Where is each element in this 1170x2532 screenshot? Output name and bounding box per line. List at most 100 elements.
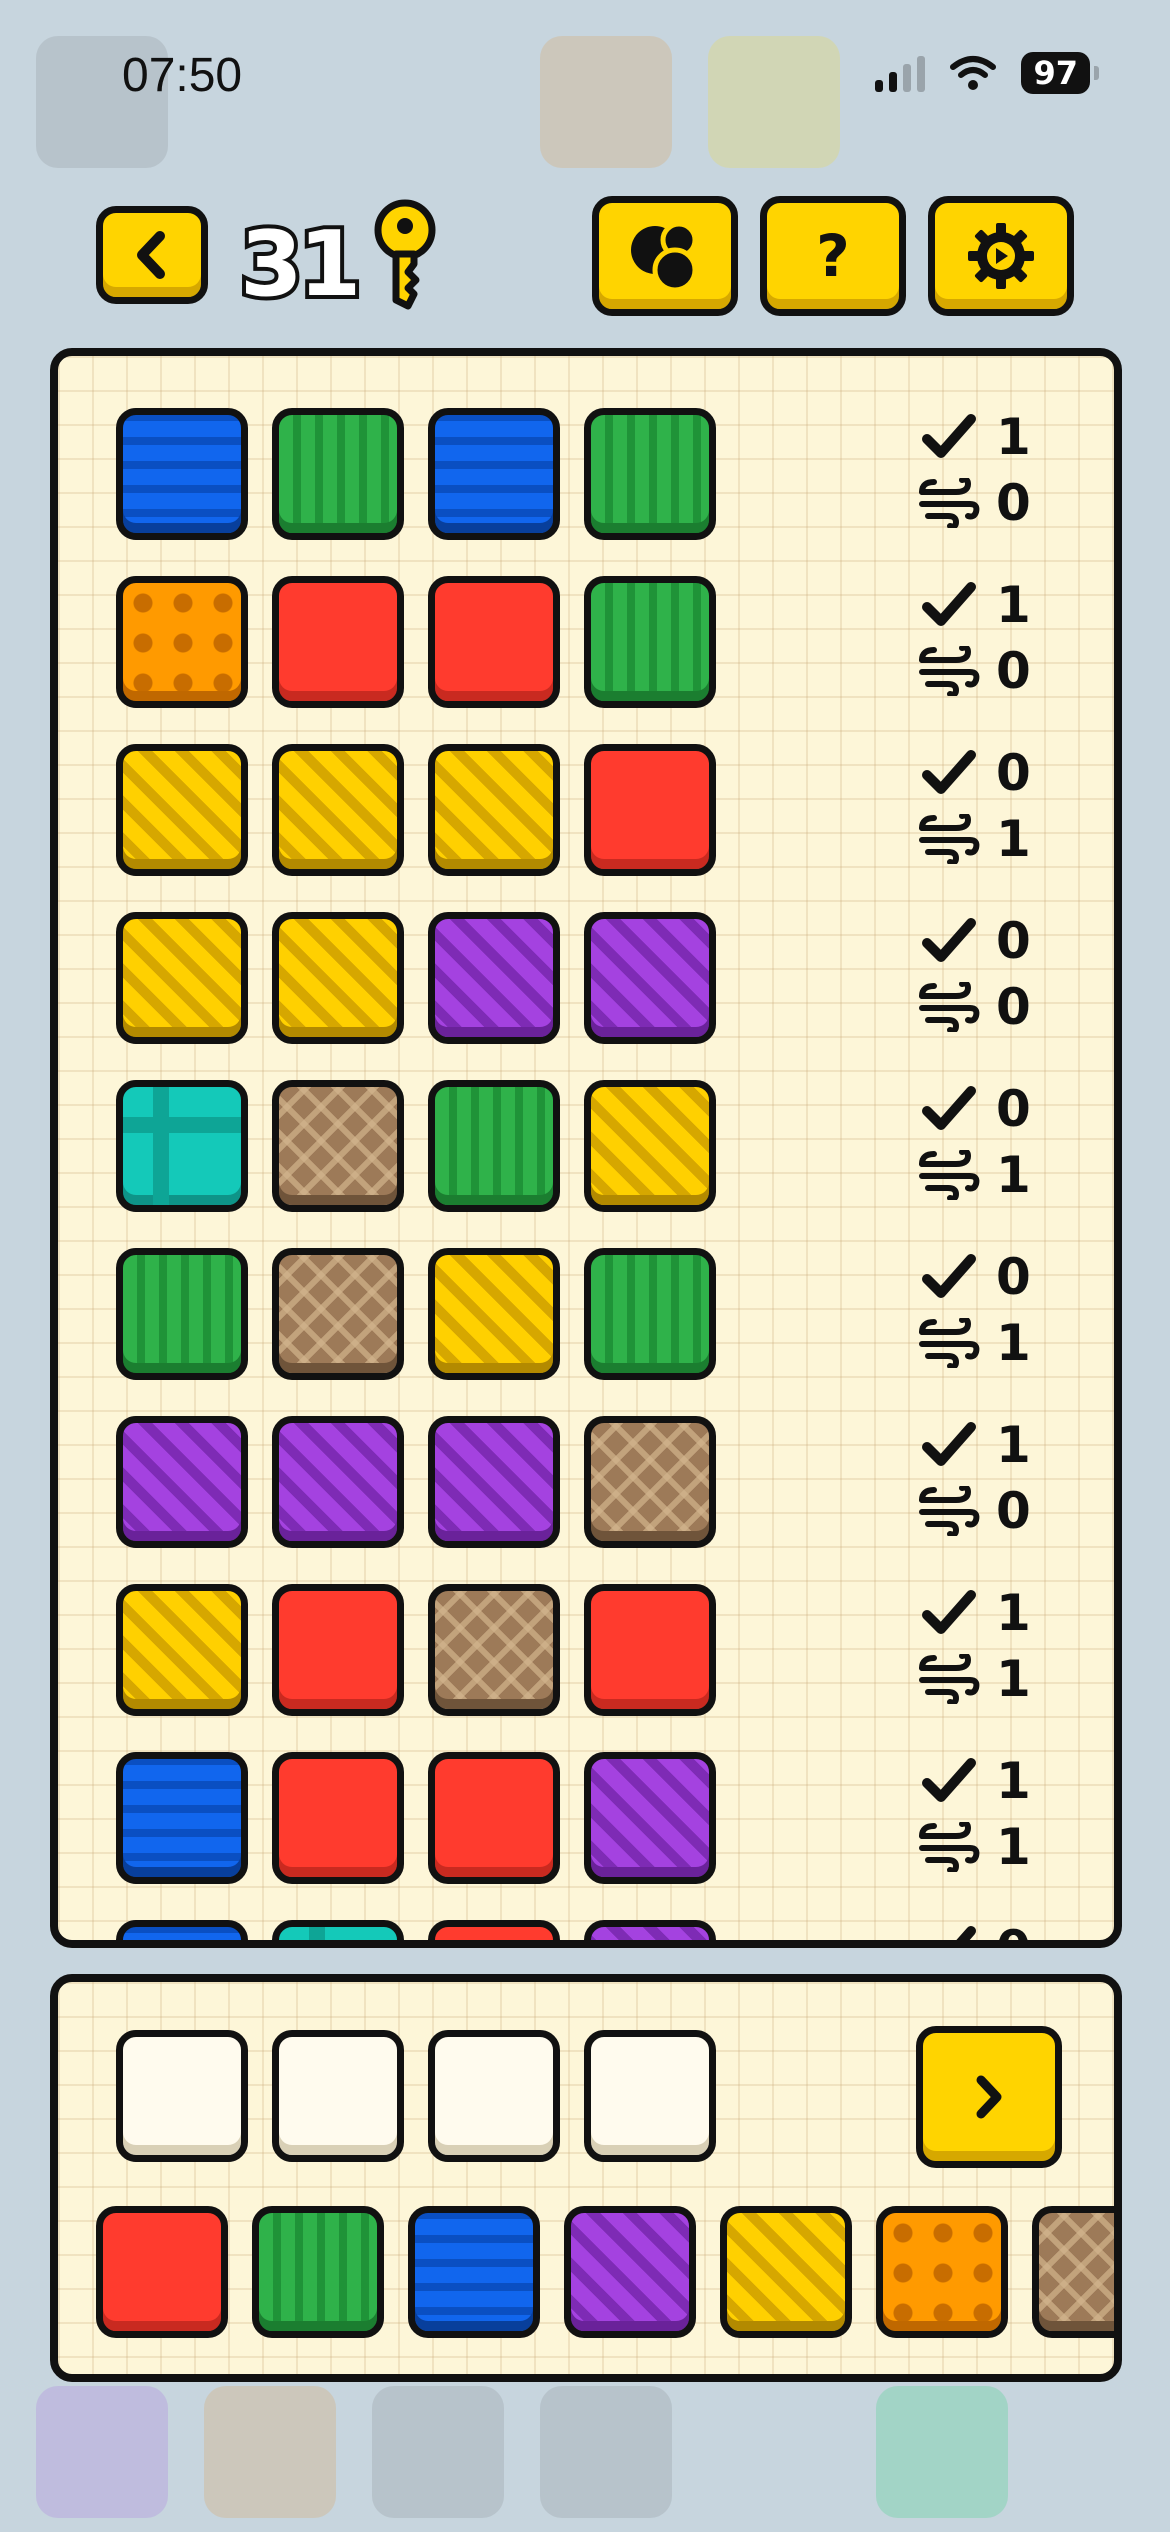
check-icon	[918, 749, 980, 797]
wind-icon	[918, 478, 980, 528]
check-icon	[918, 917, 980, 965]
history-tile-yellow	[272, 912, 404, 1044]
check-icon	[918, 1757, 980, 1805]
back-button[interactable]	[96, 206, 208, 304]
check-icon	[918, 1253, 980, 1301]
palette-tile-red[interactable]	[96, 2206, 228, 2338]
palette-tile-yellow[interactable]	[720, 2206, 852, 2338]
palette-tile-brown[interactable]	[1032, 2206, 1114, 2338]
history-tile-yellow	[428, 1248, 560, 1380]
history-tile-purple	[584, 1752, 716, 1884]
correct-count: 1	[996, 576, 1031, 634]
guess-slot[interactable]	[116, 2030, 248, 2162]
question-icon: ?	[816, 222, 850, 290]
palette-tile-orange[interactable]	[876, 2206, 1008, 2338]
guess-feedback: 11	[918, 1748, 1068, 1880]
history-tile-red	[272, 1752, 404, 1884]
guess-feedback: 10	[918, 572, 1068, 704]
background-tile	[372, 2386, 504, 2518]
palette-tile-purple[interactable]	[564, 2206, 696, 2338]
guess-slot[interactable]	[272, 2030, 404, 2162]
palette-tile-green[interactable]	[252, 2206, 384, 2338]
background-tile	[204, 2386, 336, 2518]
correct-count: 0	[996, 1080, 1031, 1138]
guess-history-panel: 1010010001011011110	[50, 348, 1122, 1948]
correct-count: 1	[996, 1416, 1031, 1474]
history-tile-brown	[584, 1416, 716, 1548]
background-tile	[540, 36, 672, 168]
settings-button[interactable]	[928, 196, 1074, 316]
wifi-icon	[950, 56, 997, 90]
check-icon	[918, 1421, 980, 1469]
chevron-right-icon	[976, 2075, 1002, 2119]
wind-icon	[918, 1318, 980, 1368]
chevron-left-icon	[137, 231, 165, 279]
history-tile-red	[272, 1584, 404, 1716]
background-tile	[540, 2386, 672, 2518]
history-tile-orange	[116, 576, 248, 708]
misplaced-count: 1	[996, 1146, 1031, 1204]
history-tile-teal	[116, 1080, 248, 1212]
history-tile-brown	[428, 1584, 560, 1716]
history-tile-brown	[272, 1248, 404, 1380]
correct-count: 0	[996, 912, 1031, 970]
background-tile	[708, 36, 840, 168]
wind-icon	[918, 1486, 980, 1536]
gear-icon	[968, 223, 1034, 289]
history-tile-blue	[428, 408, 560, 540]
history-tile-red	[428, 1920, 560, 1940]
help-button[interactable]: ?	[760, 196, 906, 316]
guess-slot[interactable]	[428, 2030, 560, 2162]
history-tile-yellow	[116, 912, 248, 1044]
correct-count: 1	[996, 408, 1031, 466]
history-tile-purple	[584, 912, 716, 1044]
misplaced-count: 1	[996, 1314, 1031, 1372]
history-tile-purple	[428, 912, 560, 1044]
misplaced-count: 1	[996, 1650, 1031, 1708]
check-icon	[918, 1085, 980, 1133]
correct-count: 0	[996, 1248, 1031, 1306]
history-tile-purple	[116, 1416, 248, 1548]
correct-count: 0	[996, 1920, 1031, 1940]
guess-feedback: 10	[918, 1412, 1068, 1544]
history-tile-blue	[116, 1752, 248, 1884]
misplaced-count: 1	[996, 1818, 1031, 1876]
wind-icon	[918, 1822, 980, 1872]
signal-icon	[875, 54, 926, 92]
wind-icon	[918, 982, 980, 1032]
history-tile-green	[116, 1248, 248, 1380]
wind-icon	[918, 1150, 980, 1200]
history-tile-red	[272, 576, 404, 708]
themes-button[interactable]	[592, 196, 738, 316]
background-tile	[36, 2386, 168, 2518]
submit-button[interactable]	[916, 2026, 1062, 2168]
guess-feedback: 01	[918, 1244, 1068, 1376]
wind-icon	[918, 1654, 980, 1704]
battery-indicator: 97	[1021, 52, 1099, 94]
history-tile-green	[428, 1080, 560, 1212]
guess-feedback: 10	[918, 404, 1068, 536]
check-icon	[918, 1925, 980, 1940]
history-tile-red	[584, 1584, 716, 1716]
history-tile-green	[272, 408, 404, 540]
check-icon	[918, 413, 980, 461]
guess-feedback: 11	[918, 1580, 1068, 1712]
status-icons: 97	[875, 52, 1099, 94]
misplaced-count: 0	[996, 978, 1031, 1036]
history-tile-blue	[116, 1920, 248, 1940]
history-tile-purple	[584, 1920, 716, 1940]
background-tile	[876, 2386, 1008, 2518]
palette-tile-blue[interactable]	[408, 2206, 540, 2338]
history-tile-purple	[428, 1416, 560, 1548]
guess-slot[interactable]	[584, 2030, 716, 2162]
history-tile-red	[428, 1752, 560, 1884]
input-panel	[50, 1974, 1122, 2382]
misplaced-count: 0	[996, 642, 1031, 700]
history-tile-yellow	[116, 744, 248, 876]
misplaced-count: 1	[996, 810, 1031, 868]
history-tile-green	[584, 576, 716, 708]
correct-count: 1	[996, 1584, 1031, 1642]
wind-icon	[918, 646, 980, 696]
history-tile-yellow	[272, 744, 404, 876]
history-tile-yellow	[116, 1584, 248, 1716]
